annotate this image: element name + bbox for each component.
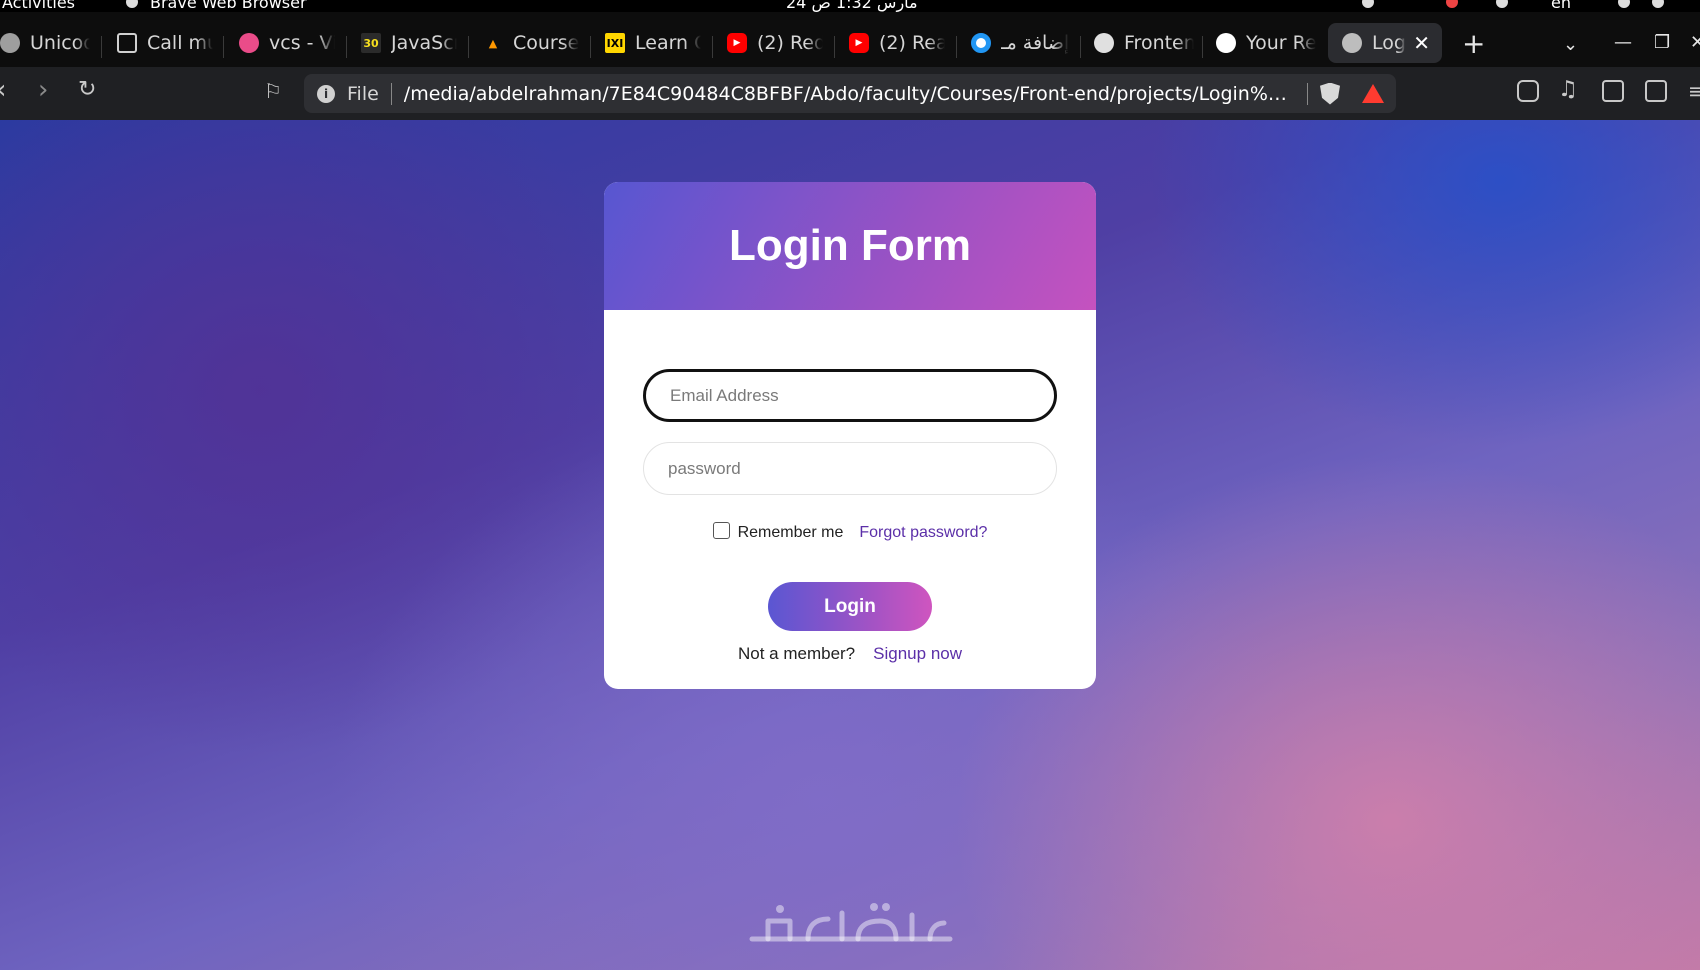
tray-icon[interactable] <box>1496 0 1508 8</box>
tab-arabic-add[interactable]: إضافة مـ <box>971 23 1071 63</box>
password-input[interactable] <box>643 442 1057 495</box>
tab-youtube-react[interactable]: ▶ (2) React <box>849 23 945 63</box>
tab-unicode[interactable]: Unicode <box>0 23 90 63</box>
close-window-button[interactable]: ✕ <box>1690 34 1700 52</box>
youtube-favicon-icon: ▶ <box>727 33 747 53</box>
email-input[interactable] <box>643 369 1057 422</box>
circle-favicon-icon <box>971 33 991 53</box>
dribbble-favicon-icon <box>239 33 259 53</box>
tab-login-active[interactable]: Log ✕ <box>1328 23 1442 63</box>
tab-call-mu[interactable]: Call mu <box>117 23 213 63</box>
remember-checkbox[interactable] <box>712 521 730 539</box>
close-tab-icon[interactable]: ✕ <box>1413 31 1430 55</box>
address-bar[interactable]: i File /media/abdelrahman/7E84C90484C8BF… <box>304 74 1396 113</box>
tab-youtube-redux[interactable]: ▶ (2) Redux <box>727 23 823 63</box>
unicode-favicon-icon <box>0 33 20 53</box>
brave-shields-icon[interactable] <box>1320 82 1340 105</box>
tab-javascript[interactable]: 30 JavaScr <box>361 23 457 63</box>
restore-button[interactable]: ❐ <box>1654 34 1670 52</box>
tab-vcs[interactable]: vcs - Vic <box>239 23 335 63</box>
youtube-favicon-icon: ▶ <box>849 33 869 53</box>
extensions-icon[interactable] <box>1517 80 1539 102</box>
tab-courses[interactable]: ▲ Courses <box>483 23 579 63</box>
brave-icon <box>126 0 138 8</box>
network-icon[interactable] <box>1362 0 1374 8</box>
forward-button[interactable]: › <box>38 77 48 103</box>
browser-toolbar: ‹ › ↻ ⚐ i File /media/abdelrahman/7E84C9… <box>0 67 1700 120</box>
cube-favicon-icon <box>117 33 137 53</box>
form-title: Login Form <box>729 221 971 270</box>
signup-link[interactable]: Signup now <box>873 644 962 664</box>
courses-favicon-icon: ▲ <box>488 36 498 50</box>
tab-frontend[interactable]: Frontend <box>1094 23 1194 63</box>
new-tab-button[interactable]: + <box>1462 30 1485 58</box>
url-text[interactable]: /media/abdelrahman/7E84C90484C8BFBF/Abdo… <box>404 83 1297 105</box>
globe-favicon-icon <box>1342 33 1362 53</box>
tab-github[interactable]: Your Re <box>1216 23 1316 63</box>
github-favicon-icon <box>1216 33 1236 53</box>
not-member-text: Not a member? <box>737 644 856 663</box>
remember-label[interactable]: Remember me <box>738 524 844 542</box>
signup-row: Not a member? Signup now <box>604 644 1096 664</box>
bookmark-icon[interactable]: ⚐ <box>264 81 282 101</box>
back-button[interactable]: ‹ <box>0 77 6 103</box>
forgot-password-link[interactable]: Forgot password? <box>859 524 987 542</box>
tab-search-chevron-icon[interactable]: ⌄ <box>1563 36 1578 54</box>
card-header: Login Form <box>604 182 1096 310</box>
brave-tray-icon[interactable] <box>1446 0 1458 8</box>
tab-strip: Unicode Call mu vcs - Vic 30 JavaScr ▲ C… <box>0 12 1700 67</box>
frontend-favicon-icon <box>1094 33 1114 53</box>
url-scheme: File <box>347 82 379 105</box>
login-card: Login Form Remember me Forgot password? … <box>604 182 1096 689</box>
reload-button[interactable]: ↻ <box>78 79 96 101</box>
login-button[interactable]: Login <box>768 582 932 631</box>
os-top-bar: Activities Brave Web Browser 24 مارس 1:3… <box>0 0 1700 12</box>
brave-rewards-icon[interactable] <box>1362 84 1384 103</box>
page-viewport: Login Form Remember me Forgot password? … <box>0 120 1700 970</box>
wifi-icon[interactable] <box>1618 0 1630 8</box>
sidebar-icon[interactable] <box>1602 80 1624 102</box>
watermark-logo <box>749 903 953 942</box>
language-indicator[interactable]: en <box>1551 0 1571 12</box>
wallet-icon[interactable] <box>1645 80 1667 102</box>
media-music-icon[interactable]: ♫ <box>1558 79 1578 101</box>
volume-icon[interactable] <box>1652 0 1664 8</box>
javascript30-favicon-icon: 30 <box>361 33 381 53</box>
learn-favicon-icon: IXI <box>605 33 625 53</box>
app-name: Brave Web Browser <box>150 0 307 12</box>
tab-learn[interactable]: IXI Learn C <box>605 23 701 63</box>
info-icon[interactable]: i <box>317 84 335 103</box>
activities-button[interactable]: Activities <box>2 0 75 12</box>
menu-icon[interactable]: ≡ <box>1688 81 1700 101</box>
remember-row: Remember me Forgot password? <box>604 521 1096 542</box>
clock[interactable]: 24 مارس 1:32 ص <box>786 0 918 12</box>
minimize-button[interactable]: — <box>1614 34 1632 52</box>
